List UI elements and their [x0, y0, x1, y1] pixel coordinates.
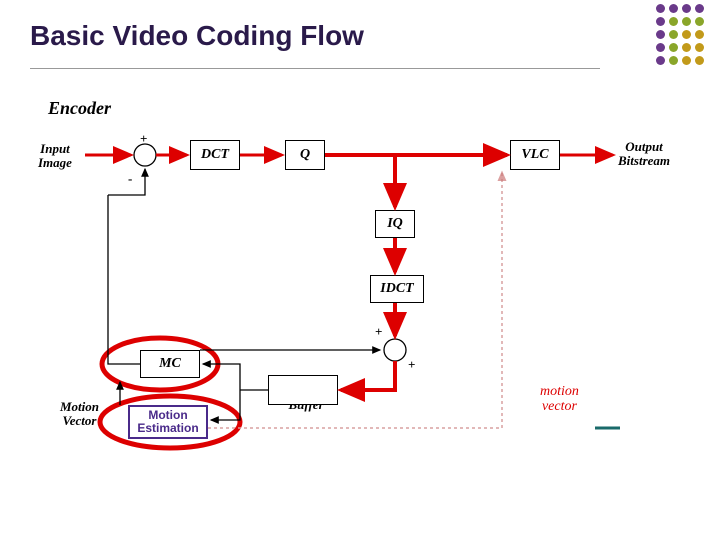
idct-block: IDCT	[370, 275, 424, 303]
plus-sign-top: +	[140, 132, 147, 146]
page-title: Basic Video Coding Flow	[30, 20, 364, 52]
encoder-label: Encoder	[48, 98, 111, 119]
output-bitstream-label: Output Bitstream	[618, 140, 670, 167]
mc-block: MC	[140, 350, 200, 378]
minus-sign-top: -	[128, 172, 132, 186]
title-underline	[30, 68, 600, 69]
dct-block: DCT	[190, 140, 240, 170]
plus-sign-bottom-b: +	[408, 358, 415, 372]
motion-vector-right-label: motion vector	[540, 385, 579, 414]
input-image-label: Input Image	[38, 142, 72, 169]
frame-buffer-block	[268, 375, 338, 405]
highlight-ellipses	[0, 0, 720, 540]
motion-estimation-block: Motion Estimation	[128, 405, 208, 439]
vlc-block: VLC	[510, 140, 560, 170]
corner-dots	[656, 4, 706, 67]
q-block: Q	[285, 140, 325, 170]
plus-sign-bottom-a: +	[375, 325, 382, 339]
diagram-wires	[0, 0, 720, 540]
iq-block: IQ	[375, 210, 415, 238]
motion-vector-left-label: Motion Vector	[60, 400, 99, 427]
